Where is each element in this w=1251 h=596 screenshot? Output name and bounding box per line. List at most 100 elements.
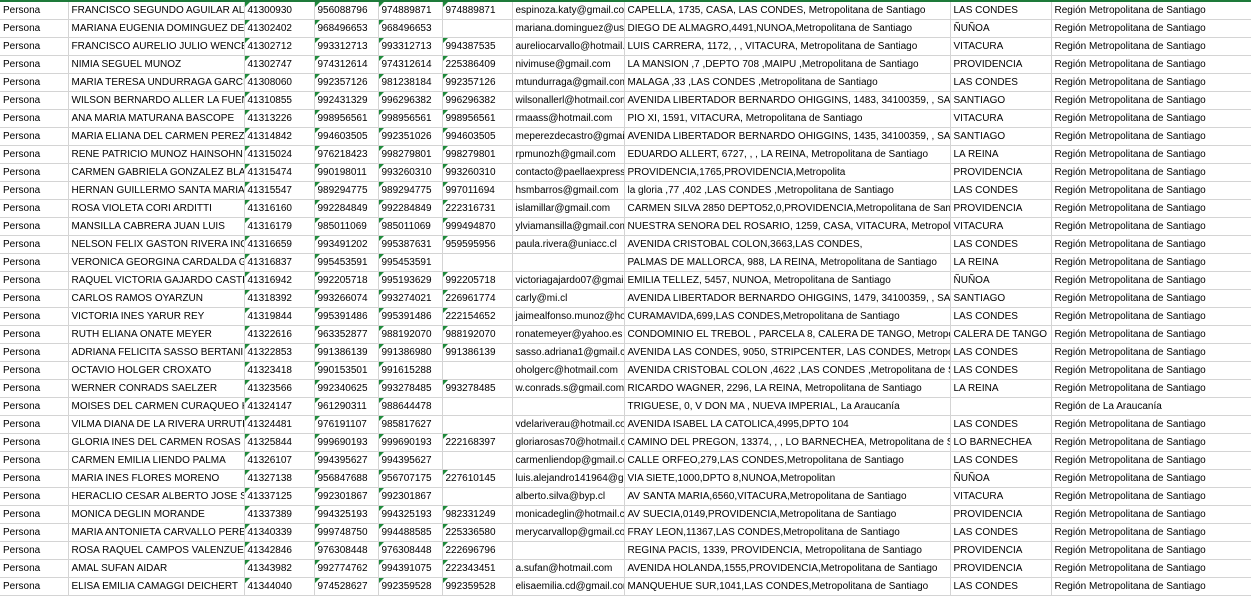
phone1-cell[interactable]: 995453591 (314, 253, 379, 272)
phone3-cell[interactable]: 959595956 (442, 235, 513, 254)
name-cell[interactable]: MOISES DEL CARMEN CURAQUEO HUAIQUIL (68, 397, 245, 416)
id-cell[interactable]: 41315474 (244, 163, 315, 182)
name-cell[interactable]: GLORIA INES DEL CARMEN ROSAS DE LA FUENT… (68, 433, 245, 452)
phone3-cell[interactable]: 991386139 (442, 343, 513, 362)
region-cell[interactable]: Región Metropolitana de Santiago (1051, 325, 1251, 344)
commune-cell[interactable]: VITACURA (950, 109, 1052, 128)
email-cell[interactable]: rmaass@hotmail.com (512, 109, 625, 128)
phone2-cell[interactable]: 993278485 (378, 379, 443, 398)
spreadsheet-grid[interactable]: PersonaFRANCISCO SEGUNDO AGUILAR ALTAMIR… (0, 0, 1251, 596)
commune-cell[interactable]: PROVIDENCIA (950, 55, 1052, 74)
address-cell[interactable]: EMILIA TELLEZ, 5457, NUNOA, Metropolitan… (624, 271, 951, 290)
phone1-cell[interactable]: 968496653 (314, 19, 379, 38)
id-cell[interactable]: 41316160 (244, 199, 315, 218)
type-cell[interactable]: Persona (0, 289, 69, 308)
commune-cell[interactable]: CALERA DE TANGO (950, 325, 1052, 344)
phone2-cell[interactable]: 994395627 (378, 451, 443, 470)
address-cell[interactable]: AV SUECIA,0149,PROVIDENCIA,Metropolitana… (624, 505, 951, 524)
phone3-cell[interactable]: 992205718 (442, 271, 513, 290)
phone1-cell[interactable]: 992431329 (314, 91, 379, 110)
type-cell[interactable]: Persona (0, 505, 69, 524)
phone3-cell[interactable]: 982331249 (442, 505, 513, 524)
commune-cell[interactable]: LAS CONDES (950, 361, 1052, 380)
address-cell[interactable]: CONDOMINIO EL TREBOL , PARCELA 8, CALERA… (624, 325, 951, 344)
address-cell[interactable]: PIO XI, 1591, VITACURA, Metropolitana de… (624, 109, 951, 128)
address-cell[interactable]: AVENIDA LIBERTADOR BERNARDO OHIGGINS, 14… (624, 91, 951, 110)
phone1-cell[interactable]: 992340625 (314, 379, 379, 398)
name-cell[interactable]: CARMEN GABRIELA GONZALEZ BLANCO (68, 163, 245, 182)
region-cell[interactable]: Región Metropolitana de Santiago (1051, 217, 1251, 236)
type-cell[interactable]: Persona (0, 523, 69, 542)
name-cell[interactable]: ELISA EMILIA CAMAGGI DEICHERT (68, 577, 245, 596)
email-cell[interactable]: elisaemilia.cd@gmail.com (512, 577, 625, 596)
commune-cell[interactable]: ÑUÑOA (950, 19, 1052, 38)
type-cell[interactable]: Persona (0, 271, 69, 290)
type-cell[interactable]: Persona (0, 415, 69, 434)
phone3-cell[interactable]: 994387535 (442, 37, 513, 56)
address-cell[interactable]: AVENIDA LIBERTADOR BERNARDO OHIGGINS, 14… (624, 127, 951, 146)
type-cell[interactable]: Persona (0, 109, 69, 128)
id-cell[interactable]: 41300930 (244, 0, 315, 20)
name-cell[interactable]: AMAL SUFAN AIDAR (68, 559, 245, 578)
type-cell[interactable]: Persona (0, 343, 69, 362)
type-cell[interactable]: Persona (0, 217, 69, 236)
email-cell[interactable] (512, 397, 625, 416)
phone1-cell[interactable]: 985011069 (314, 217, 379, 236)
email-cell[interactable] (512, 541, 625, 560)
region-cell[interactable]: Región Metropolitana de Santiago (1051, 19, 1251, 38)
commune-cell[interactable]: LAS CONDES (950, 73, 1052, 92)
commune-cell[interactable]: SANTIAGO (950, 127, 1052, 146)
region-cell[interactable]: Región Metropolitana de Santiago (1051, 307, 1251, 326)
commune-cell[interactable]: VITACURA (950, 37, 1052, 56)
id-cell[interactable]: 41323418 (244, 361, 315, 380)
phone3-cell[interactable]: 225336580 (442, 523, 513, 542)
phone2-cell[interactable]: 996296382 (378, 91, 443, 110)
type-cell[interactable]: Persona (0, 163, 69, 182)
address-cell[interactable]: NUESTRA SENORA DEL ROSARIO, 1259, CASA, … (624, 217, 951, 236)
commune-cell[interactable]: LO BARNECHEA (950, 433, 1052, 452)
phone2-cell[interactable]: 992351026 (378, 127, 443, 146)
email-cell[interactable]: carly@mi.cl (512, 289, 625, 308)
phone2-cell[interactable]: 988644478 (378, 397, 443, 416)
name-cell[interactable]: HERNAN GUILLERMO SANTA MARIA BAEZA (68, 181, 245, 200)
email-cell[interactable]: victoriagajardo07@gmail.com (512, 271, 625, 290)
email-cell[interactable]: mtundurraga@gmail.com (512, 73, 625, 92)
region-cell[interactable]: Región de La Araucanía (1051, 397, 1251, 416)
commune-cell[interactable]: LAS CONDES (950, 343, 1052, 362)
phone2-cell[interactable]: 991386980 (378, 343, 443, 362)
email-cell[interactable]: luis.alejandro141964@gmail.com (512, 469, 625, 488)
name-cell[interactable]: ROSA RAQUEL CAMPOS VALENZUELA (68, 541, 245, 560)
type-cell[interactable]: Persona (0, 397, 69, 416)
email-cell[interactable]: monicadeglin@hotmail.com (512, 505, 625, 524)
commune-cell[interactable]: LAS CONDES (950, 451, 1052, 470)
type-cell[interactable]: Persona (0, 235, 69, 254)
phone2-cell[interactable]: 991615288 (378, 361, 443, 380)
email-cell[interactable]: contacto@paellaexpress.cl (512, 163, 625, 182)
email-cell[interactable]: mariana.dominguez@usach.cl (512, 19, 625, 38)
commune-cell[interactable] (950, 397, 1052, 416)
name-cell[interactable]: VERONICA GEORGINA CARDALDA GARCIA (68, 253, 245, 272)
type-cell[interactable]: Persona (0, 91, 69, 110)
phone2-cell[interactable]: 998279801 (378, 145, 443, 164)
id-cell[interactable]: 41316942 (244, 271, 315, 290)
type-cell[interactable]: Persona (0, 469, 69, 488)
phone1-cell[interactable]: 993312713 (314, 37, 379, 56)
phone3-cell[interactable]: 999494870 (442, 217, 513, 236)
type-cell[interactable]: Persona (0, 541, 69, 560)
address-cell[interactable]: FRAY LEON,11367,LAS CONDES,Metropolitana… (624, 523, 951, 542)
phone2-cell[interactable]: 988192070 (378, 325, 443, 344)
address-cell[interactable]: TRIGUESE, 0, V DON MA , NUEVA IMPERIAL, … (624, 397, 951, 416)
name-cell[interactable]: ANA MARIA MATURANA BASCOPE (68, 109, 245, 128)
name-cell[interactable]: ADRIANA FELICITA SASSO BERTANI (68, 343, 245, 362)
commune-cell[interactable]: PROVIDENCIA (950, 559, 1052, 578)
phone1-cell[interactable]: 989294775 (314, 181, 379, 200)
region-cell[interactable]: Región Metropolitana de Santiago (1051, 505, 1251, 524)
phone3-cell[interactable]: 994603505 (442, 127, 513, 146)
name-cell[interactable]: RUTH ELIANA ONATE MEYER (68, 325, 245, 344)
phone3-cell[interactable]: 226961774 (442, 289, 513, 308)
email-cell[interactable]: jaimealfonso.munoz@hotmail.com (512, 307, 625, 326)
region-cell[interactable]: Región Metropolitana de Santiago (1051, 451, 1251, 470)
phone1-cell[interactable]: 990198011 (314, 163, 379, 182)
email-cell[interactable]: espinoza.katy@gmail.com (512, 0, 625, 20)
phone2-cell[interactable]: 995193629 (378, 271, 443, 290)
